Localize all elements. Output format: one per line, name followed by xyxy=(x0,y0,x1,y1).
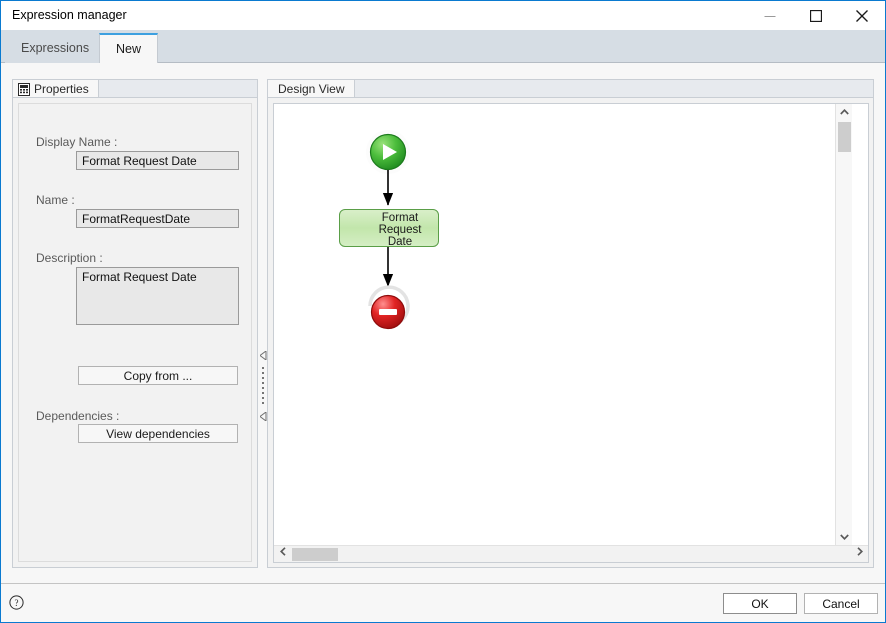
help-question-icon: ? xyxy=(9,595,24,610)
tab-new[interactable]: New xyxy=(99,33,159,63)
chevron-right-icon xyxy=(856,547,863,556)
chevron-down-icon xyxy=(840,534,849,541)
task-node-format-request-date[interactable] xyxy=(339,209,439,247)
title-bar: Expression manager xyxy=(1,1,885,30)
copy-from-button[interactable]: Copy from ... xyxy=(78,366,238,385)
workflow-canvas[interactable]: Format Request Date xyxy=(274,104,852,546)
scroll-left-button[interactable] xyxy=(274,546,291,562)
maximize-button[interactable] xyxy=(793,1,839,30)
description-input[interactable]: Format Request Date xyxy=(76,267,239,325)
scroll-right-button[interactable] xyxy=(851,546,868,562)
end-node-stop-glyph xyxy=(379,309,397,315)
help-button[interactable]: ? xyxy=(9,595,24,610)
description-label: Description : xyxy=(36,251,103,265)
vertical-scroll-thumb[interactable] xyxy=(838,122,851,152)
window-title: Expression manager xyxy=(12,8,127,22)
minimize-icon xyxy=(764,15,776,17)
scroll-up-button[interactable] xyxy=(836,104,852,121)
dependencies-label: Dependencies : xyxy=(36,409,120,423)
dialog-body: Properties Display Name : Name : Descrip… xyxy=(1,63,885,584)
tab-expressions[interactable]: Expressions xyxy=(5,33,106,63)
maximize-icon xyxy=(810,9,822,22)
design-tab-row: Design View xyxy=(267,79,874,99)
expression-manager-window: Expression manager Expressions New Prope… xyxy=(0,0,886,623)
properties-box: Display Name : Name : Description : Form… xyxy=(12,97,258,568)
close-button[interactable] xyxy=(839,1,885,30)
properties-tab-row: Properties xyxy=(12,79,258,99)
canvas-horizontal-scrollbar[interactable] xyxy=(274,545,868,562)
minimize-button[interactable] xyxy=(747,1,793,30)
properties-inner: Display Name : Name : Description : Form… xyxy=(18,103,252,562)
dotted-grip-icon xyxy=(262,367,264,407)
view-dependencies-button[interactable]: View dependencies xyxy=(78,424,238,443)
name-label: Name : xyxy=(36,193,75,207)
design-canvas-wrapper: Format Request Date xyxy=(273,103,869,563)
cancel-button[interactable]: Cancel xyxy=(804,593,878,614)
display-name-label: Display Name : xyxy=(36,135,118,149)
horizontal-scroll-thumb[interactable] xyxy=(292,548,338,561)
close-icon xyxy=(856,9,868,22)
scroll-down-button[interactable] xyxy=(836,529,852,546)
svg-text:?: ? xyxy=(15,598,19,608)
properties-panel: Properties Display Name : Name : Descrip… xyxy=(12,79,258,568)
design-box: Format Request Date xyxy=(267,97,874,568)
collapse-left-arrow-top[interactable] xyxy=(259,350,267,361)
display-name-input[interactable] xyxy=(76,151,239,170)
workflow-diagram xyxy=(346,130,410,330)
design-view-panel: Design View Format Request Date xyxy=(267,79,874,568)
ok-button[interactable]: OK xyxy=(723,593,797,614)
chevron-left-icon xyxy=(279,547,286,556)
canvas-vertical-scrollbar[interactable] xyxy=(835,104,852,546)
properties-tab-label: Properties xyxy=(34,82,89,96)
dialog-footer: ? OK Cancel xyxy=(1,583,885,622)
collapse-left-arrow-bottom[interactable] xyxy=(259,411,267,422)
main-tab-strip: Expressions New xyxy=(1,30,885,63)
chevron-up-icon xyxy=(840,108,849,115)
name-input[interactable] xyxy=(76,209,239,228)
triangle-left-icon xyxy=(259,350,267,361)
triangle-left-icon xyxy=(259,411,267,422)
